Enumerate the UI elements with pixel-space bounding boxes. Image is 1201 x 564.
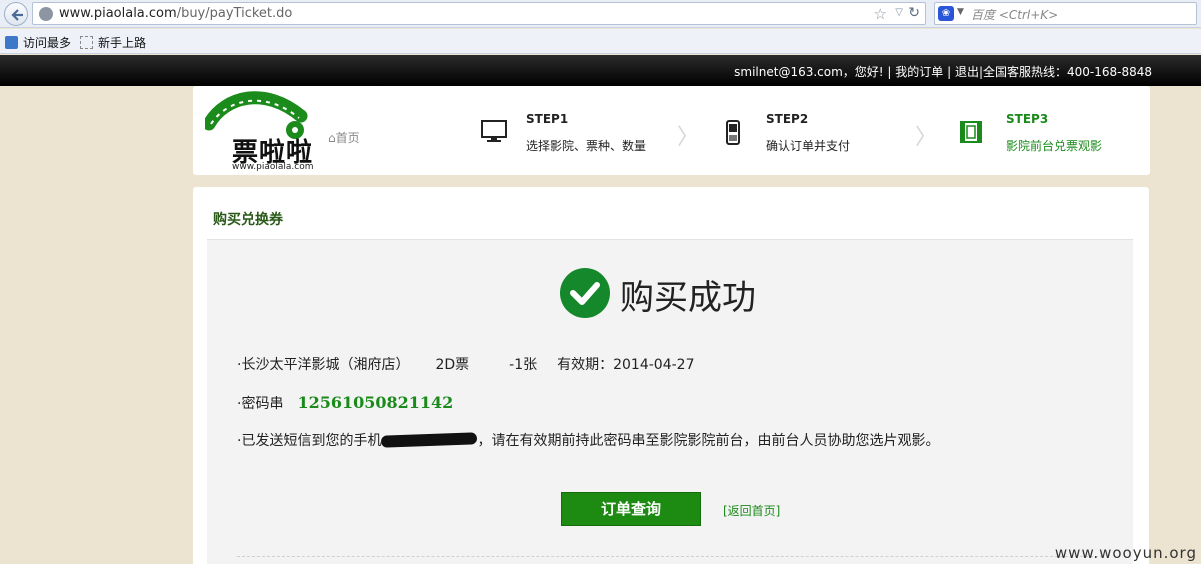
browser-toolbar: www.piaolala.com/buy/payTicket.do ☆ ▽ ↻ … <box>0 0 1201 28</box>
back-button[interactable] <box>4 2 28 26</box>
home-icon: ⌂ <box>328 131 336 145</box>
reload-icon[interactable]: ↻ <box>908 5 920 21</box>
arrow-left-icon <box>11 9 23 21</box>
phone-icon <box>726 120 740 145</box>
step-2-title: STEP2 <box>766 112 809 126</box>
user-links[interactable]: smilnet@163.com，您好! | 我的订单 | 退出|全国客服热线：4… <box>734 63 1152 80</box>
order-query-button[interactable]: 订单查询 <box>561 492 701 526</box>
film-strip-icon <box>960 121 982 143</box>
most-visited-icon <box>5 36 18 49</box>
validity-date: 有效期：2014-04-27 <box>557 357 695 373</box>
bookmarks-bar: 访问最多 新手上路 <box>0 29 1201 54</box>
search-box[interactable]: ❀ ▼ 百度 <Ctrl+K> <box>934 2 1197 25</box>
logo[interactable]: 票啦啦 www.piaolala.com <box>202 88 315 172</box>
ticket-type: 2D票 <box>435 357 470 373</box>
monitor-icon <box>481 120 507 142</box>
step-3-desc: 影院前台兑票观影 <box>1006 139 1103 153</box>
page-icon <box>80 36 93 49</box>
globe-icon <box>39 7 53 21</box>
step-arrow-1: 〉 <box>677 125 700 150</box>
bookmark-star-icon[interactable]: ☆ <box>874 5 887 23</box>
ticket-info: ·长沙太平洋影城（湘府店） 2D票 -1张 有效期：2014-04-27 <box>237 354 694 374</box>
sms-suffix: ，请在有效期前持此密码串至影院影院前台，由前台人员协助您选片观影。 <box>477 433 940 449</box>
step-3-title: STEP3 <box>1006 112 1049 126</box>
home-link[interactable]: ⌂首页 <box>328 129 360 146</box>
redacted-phone <box>381 432 478 448</box>
search-placeholder: 百度 <Ctrl+K> <box>971 8 1059 22</box>
dashed-divider <box>237 556 1103 557</box>
step-1-title: STEP1 <box>526 112 569 126</box>
step-arrow-2: 〉 <box>915 125 938 150</box>
success-message: 购买成功 <box>620 278 756 318</box>
logo-domain: www.piaolala.com <box>232 162 314 172</box>
watermark: www.wooyun.org <box>1054 544 1197 562</box>
section-title: 购买兑换券 <box>213 212 283 228</box>
cinema-name: ·长沙太平洋影城（湘府店） <box>237 357 410 373</box>
address-bar[interactable]: www.piaolala.com/buy/payTicket.do ☆ ▽ ↻ <box>32 2 926 25</box>
sms-prefix: ·已发送短信到您的手机 <box>237 433 382 449</box>
sms-notice: ·已发送短信到您的手机 ，请在有效期前持此密码串至影院影院前台，由前台人员协助您选… <box>237 430 939 450</box>
result-panel: 购买成功 ·长沙太平洋影城（湘府店） 2D票 -1张 有效期：2014-04-27 ·… <box>207 240 1133 564</box>
site-header: 票啦啦 www.piaolala.com ⌂首页 STEP1 选择影院、票种、数… <box>193 86 1150 175</box>
bookmark-most-visited[interactable]: 访问最多 <box>5 34 71 51</box>
baidu-icon[interactable]: ❀ <box>938 6 954 21</box>
ticket-count: -1张 <box>509 357 538 373</box>
url-text: www.piaolala.com/buy/payTicket.do <box>59 6 293 21</box>
chevron-down-icon[interactable]: ▼ <box>957 7 964 17</box>
site-topbar: smilnet@163.com，您好! | 我的订单 | 退出|全国客服热线：4… <box>0 55 1201 86</box>
bookmark-getting-started[interactable]: 新手上路 <box>80 34 146 51</box>
step-2-desc: 确认订单并支付 <box>766 139 851 153</box>
back-home-link[interactable]: [返回首页] <box>723 502 780 519</box>
dropdown-icon[interactable]: ▽ <box>895 7 903 18</box>
code-label: ·密码串 <box>237 396 284 412</box>
purchase-card: 购买兑换券 购买成功 ·长沙太平洋影城（湘府店） 2D票 -1张 有效期：2014-0… <box>193 187 1149 564</box>
step-1-desc: 选择影院、票种、数量 <box>526 139 647 153</box>
password-code: 12561050821142 <box>297 393 454 412</box>
check-circle-icon <box>560 268 610 318</box>
code-row: ·密码串 12561050821142 <box>237 393 453 413</box>
